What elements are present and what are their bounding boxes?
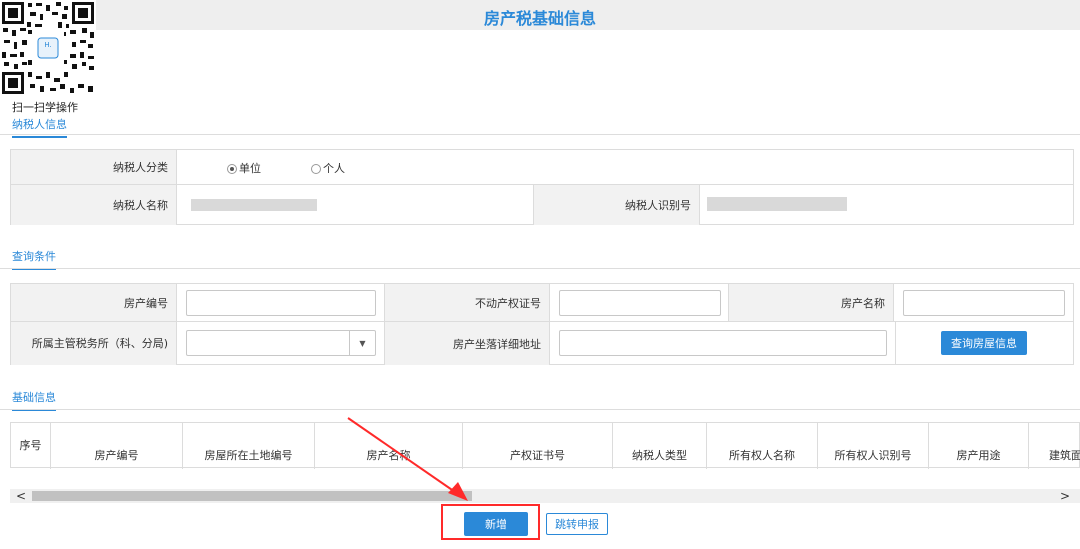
annotation-arrow-head [448,482,468,501]
annotation-arrow-line [347,417,459,495]
annotation-arrow [347,417,468,501]
annotation-highlight-box [441,504,540,540]
